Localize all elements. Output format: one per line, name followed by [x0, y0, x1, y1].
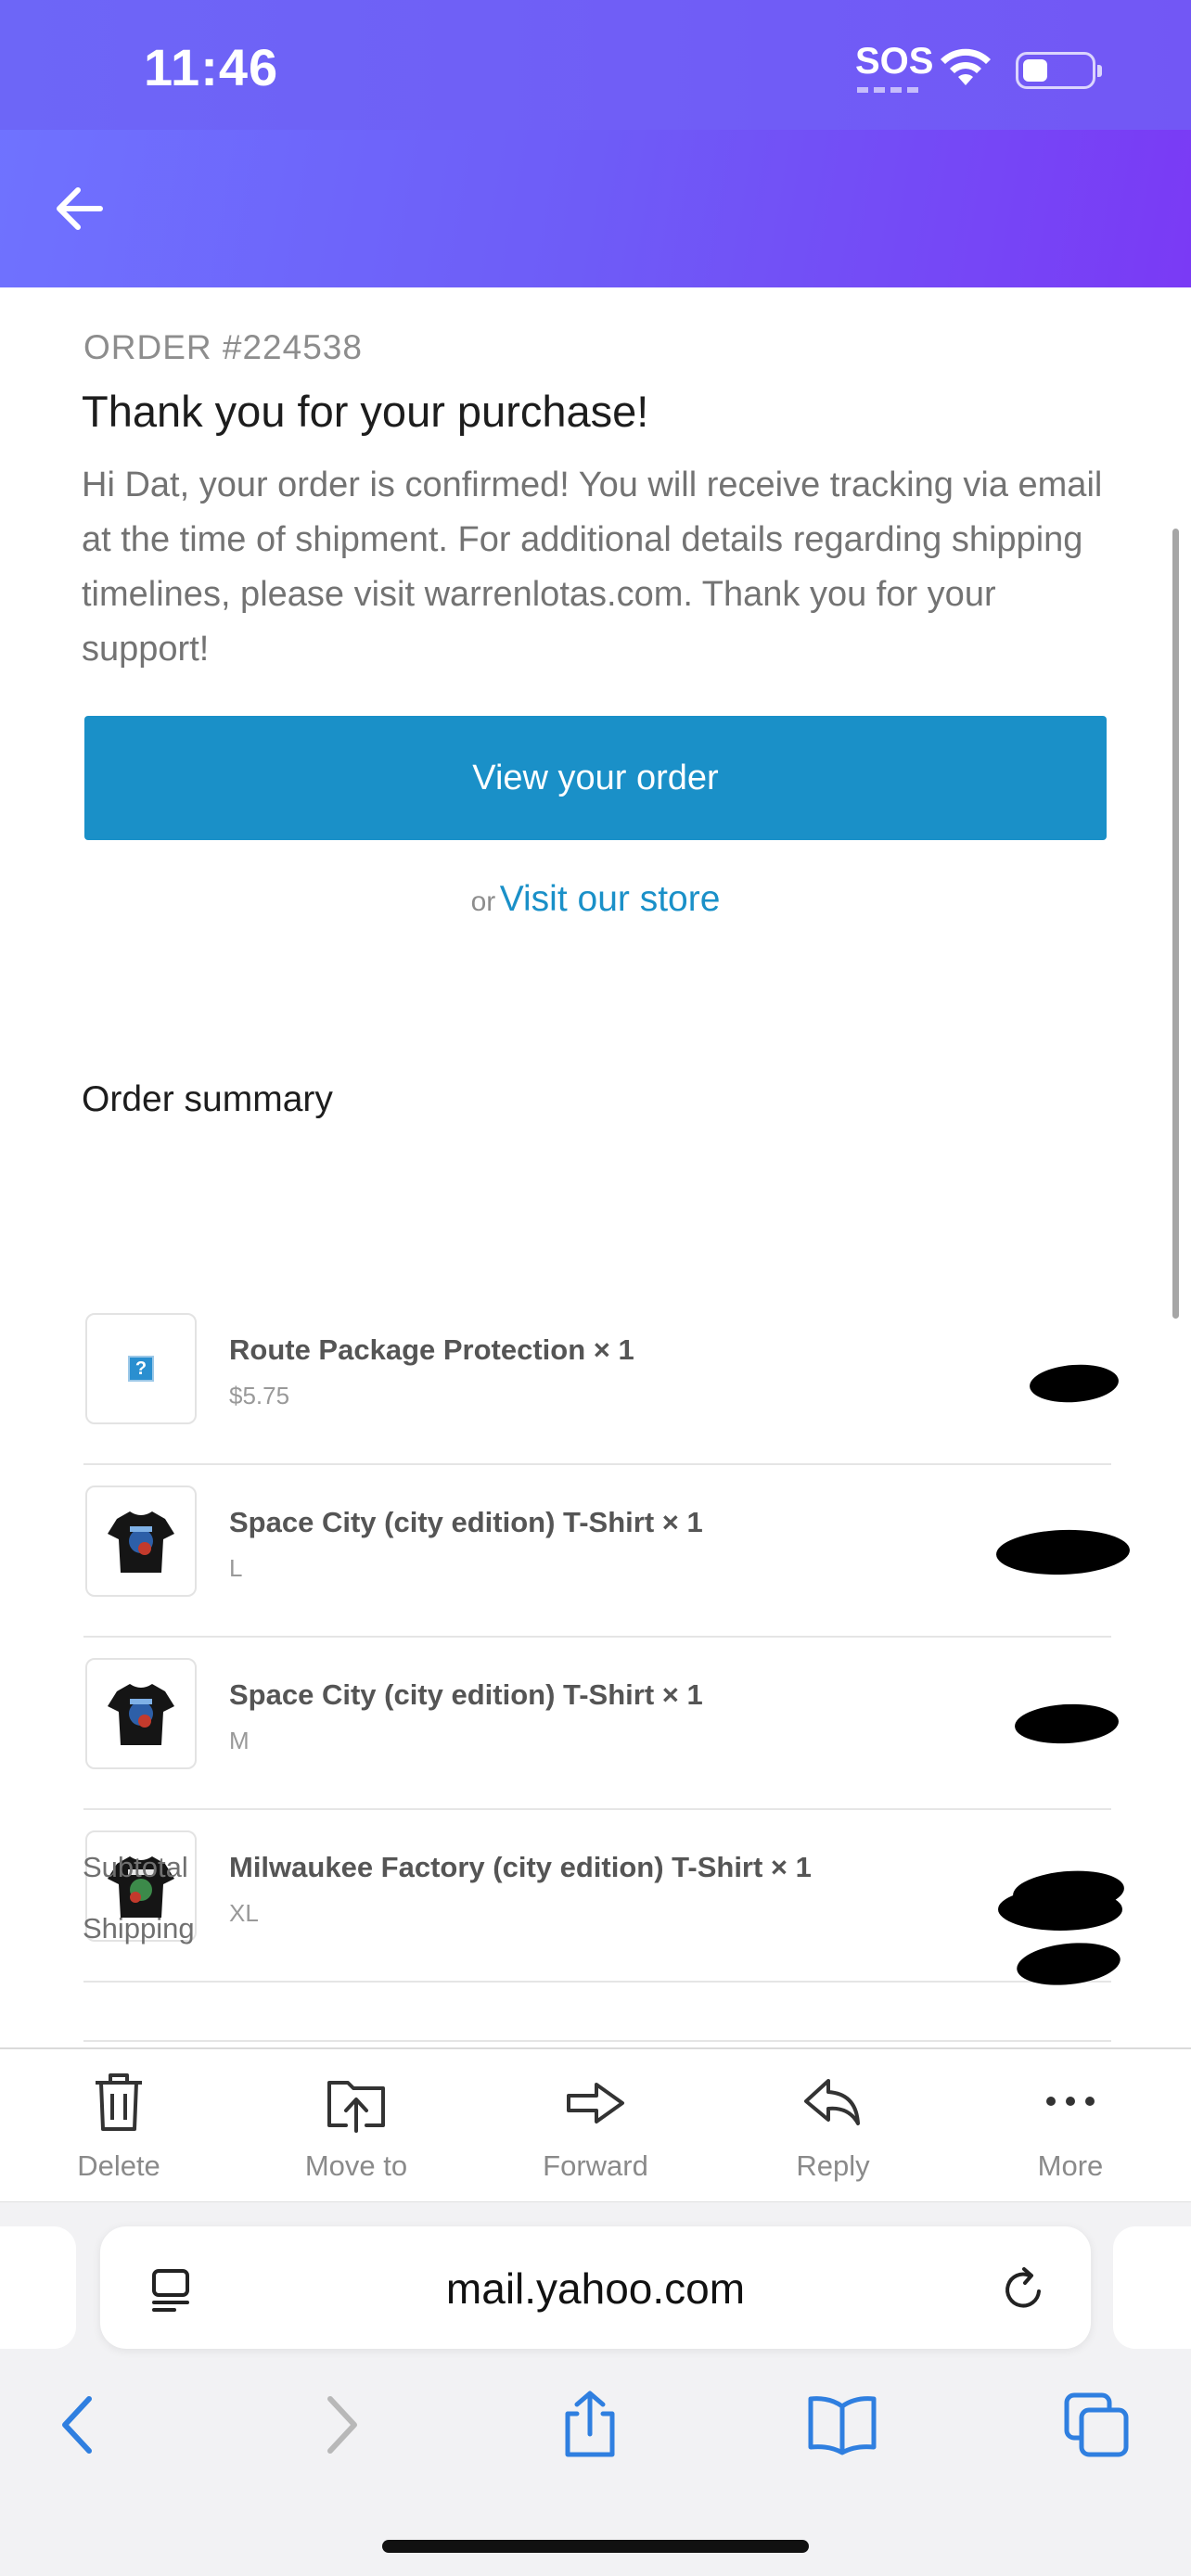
email-content: ORDER #224538 Thank you for your purchas… [0, 287, 1191, 2047]
item-size: M [229, 1727, 250, 1754]
order-summary-title: Order summary [82, 1079, 333, 1119]
store-link-row: or Visit our store [0, 879, 1191, 920]
delete-button[interactable]: Delete [26, 2049, 211, 2203]
redaction-mark [1013, 1702, 1121, 1746]
signal-dots [857, 87, 918, 93]
email-headline: Thank you for your purchase! [82, 387, 649, 436]
sos-indicator: SOS [855, 41, 934, 82]
move-to-button[interactable]: Move to [263, 2049, 449, 2203]
url-text: mail.yahoo.com [445, 2264, 746, 2313]
mail-toolbar: Delete Move to Forward Reply More [0, 2047, 1191, 2201]
reply-icon [804, 2079, 860, 2125]
item-price: $5.75 [229, 1382, 290, 1409]
share-icon[interactable] [553, 2388, 627, 2462]
order-number: ORDER #224538 [83, 328, 363, 366]
reply-button[interactable]: Reply [740, 2049, 926, 2203]
browser-bar: mail.yahoo.com [0, 2201, 1191, 2576]
visit-store-link[interactable]: Visit our store [500, 879, 721, 919]
divider [83, 2040, 1111, 2042]
redaction-mark [1028, 1361, 1121, 1406]
battery-icon [1016, 52, 1102, 89]
move-to-label: Move to [304, 2149, 408, 2182]
address-bar[interactable]: mail.yahoo.com [100, 2226, 1091, 2349]
status-bar: 11:46 SOS [0, 0, 1191, 130]
scrollbar[interactable] [1172, 529, 1179, 1319]
browser-forward-icon[interactable] [302, 2388, 377, 2462]
or-text: or [470, 886, 496, 917]
status-time: 11:46 [144, 38, 279, 96]
item-name: Space City (city edition) T-Shirt × 1 [229, 1506, 703, 1538]
subtotal-label: Subtotal [83, 1851, 188, 1883]
item-name: Route Package Protection × 1 [229, 1333, 634, 1366]
item-size: XL [229, 1899, 259, 1927]
browser-back-icon[interactable] [43, 2388, 117, 2462]
list-item: ? Route Package Protection × 1 $5.75 [83, 1293, 1121, 1465]
forward-button[interactable]: Forward [503, 2049, 688, 2203]
redaction-mark [995, 1527, 1131, 1577]
home-indicator [382, 2540, 809, 2553]
arrow-left-icon[interactable] [54, 185, 104, 232]
reply-label: Reply [796, 2149, 870, 2182]
product-thumbnail [85, 1658, 197, 1769]
wifi-icon [941, 48, 991, 85]
item-name: Space City (city edition) T-Shirt × 1 [229, 1678, 703, 1711]
more-label: More [1037, 2149, 1104, 2182]
shipping-label: Shipping [83, 1912, 195, 1945]
tshirt-image [108, 1511, 174, 1573]
next-tab-preview[interactable] [1113, 2226, 1191, 2349]
forward-icon [567, 2083, 624, 2123]
list-item: Space City (city edition) T-Shirt × 1 L [83, 1465, 1131, 1638]
forward-label: Forward [543, 2149, 648, 2182]
view-order-button[interactable]: View your order [84, 716, 1107, 840]
trash-icon [96, 2073, 142, 2131]
previous-tab-preview[interactable] [0, 2226, 76, 2349]
folder-move-icon [327, 2081, 385, 2133]
item-size: L [229, 1554, 243, 1582]
question-icon: ? [128, 1356, 154, 1382]
bookmarks-icon[interactable] [805, 2388, 879, 2462]
more-dots-icon [1046, 2097, 1095, 2106]
list-item: Milwaukee Factory (city edition) T-Shirt… [83, 1810, 1126, 1983]
list-item: Space City (city edition) T-Shirt × 1 M [83, 1638, 1121, 1810]
redaction-mark [998, 1888, 1122, 1931]
email-body: Hi Dat, your order is confirmed! You wil… [82, 465, 1103, 669]
tshirt-image [108, 1684, 174, 1745]
product-thumbnail [85, 1486, 197, 1597]
tabs-icon[interactable] [1059, 2388, 1133, 2462]
more-button[interactable]: More [978, 2049, 1163, 2203]
item-name: Milwaukee Factory (city edition) T-Shirt… [229, 1851, 812, 1883]
reload-icon[interactable] [998, 2264, 1050, 2315]
delete-label: Delete [77, 2149, 160, 2182]
product-thumbnail: ? [85, 1313, 197, 1424]
